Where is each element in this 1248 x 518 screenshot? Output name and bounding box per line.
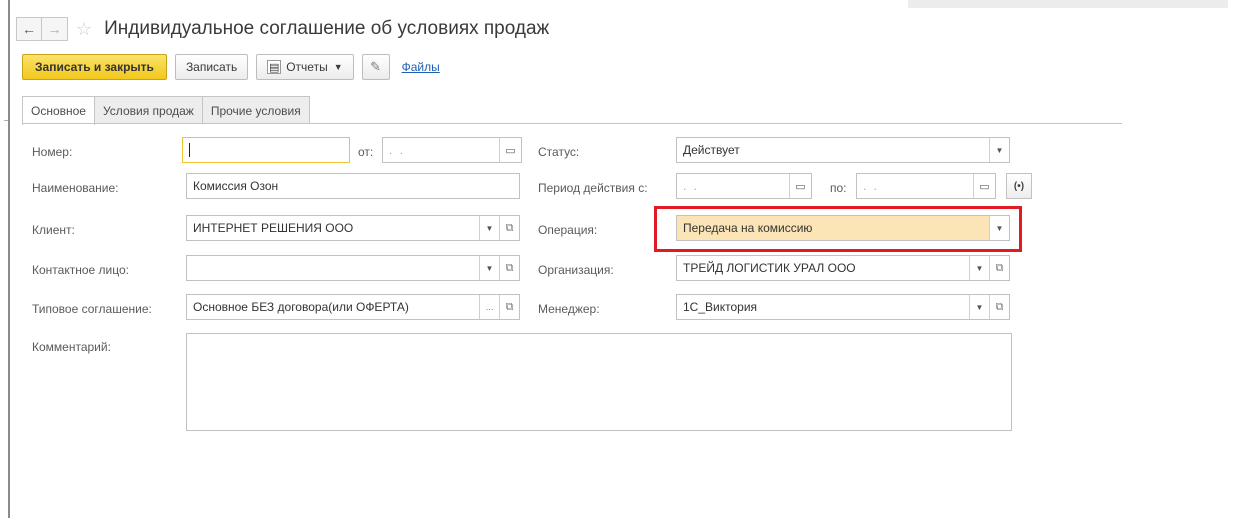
tab-main[interactable]: Основное	[22, 96, 95, 125]
number-input[interactable]	[182, 137, 350, 163]
status-label: Статус:	[538, 145, 580, 159]
period-settings-button[interactable]: (•)	[1006, 173, 1032, 199]
attach-button[interactable]: ✎	[361, 54, 390, 80]
manager-label: Менеджер:	[538, 302, 600, 316]
name-input[interactable]: Комиссия Озон	[186, 173, 520, 199]
status-value: Действует	[683, 143, 740, 157]
number-label: Номер:	[32, 145, 73, 159]
command-bar: Записать и закрыть Записать ▤ Отчеты ▼ ✎…	[22, 54, 440, 80]
calendar-icon[interactable]: ▭	[789, 174, 811, 198]
name-label: Наименование:	[32, 181, 119, 195]
manager-input[interactable]: 1С_Виктория ▼ ⧉	[676, 294, 1010, 320]
period-to-input[interactable]: . . ▭	[856, 173, 996, 199]
window-left-tick	[4, 120, 8, 121]
tabs-divider	[22, 123, 1122, 124]
nav-buttons: ← →	[16, 17, 68, 41]
paperclip-icon: ✎	[370, 59, 382, 74]
title-bar: ← → ☆ Индивидуальное соглашение об услов…	[16, 15, 549, 43]
chevron-down-icon: ▼	[333, 62, 343, 72]
star-icon[interactable]: ☆	[76, 19, 92, 40]
calendar-icon[interactable]: ▭	[499, 138, 521, 162]
template-label: Типовое соглашение:	[32, 302, 152, 316]
save-and-close-button[interactable]: Записать и закрыть	[22, 54, 167, 80]
organization-input[interactable]: ТРЕЙД ЛОГИСТИК УРАЛ ООО ▼ ⧉	[676, 255, 1010, 281]
open-icon[interactable]: ⧉	[989, 256, 1009, 280]
date-from-input[interactable]: . . ▭	[382, 137, 522, 163]
chevron-down-icon[interactable]: ▼	[989, 138, 1009, 162]
chevron-down-icon[interactable]: ▼	[479, 216, 499, 240]
period-from-input[interactable]: . . ▭	[676, 173, 812, 199]
client-value: ИНТЕРНЕТ РЕШЕНИЯ ООО	[193, 221, 354, 235]
template-input[interactable]: Основное БЕЗ договора(или ОФЕРТА) … ⧉	[186, 294, 520, 320]
period-from-label: Период действия с:	[538, 181, 648, 195]
report-icon: ▤	[267, 60, 282, 74]
chevron-down-icon[interactable]: ▼	[479, 256, 499, 280]
operation-label: Операция:	[538, 223, 598, 237]
client-label: Клиент:	[32, 223, 75, 237]
open-icon[interactable]: ⧉	[499, 295, 519, 319]
name-value: Комиссия Озон	[193, 179, 279, 193]
template-value: Основное БЕЗ договора(или ОФЕРТА)	[193, 300, 409, 314]
contact-label: Контактное лицо:	[32, 263, 129, 277]
chevron-down-icon[interactable]: ▼	[969, 256, 989, 280]
client-input[interactable]: ИНТЕРНЕТ РЕШЕНИЯ ООО ▼ ⧉	[186, 215, 520, 241]
reports-button[interactable]: ▤ Отчеты ▼	[256, 54, 354, 80]
annotation-highlight-box	[654, 206, 1022, 252]
tab-bar: Основное Условия продаж Прочие условия	[22, 96, 310, 125]
period-to-value: . .	[863, 179, 880, 193]
open-icon[interactable]: ⧉	[499, 216, 519, 240]
save-button[interactable]: Записать	[174, 54, 249, 80]
calendar-icon[interactable]: ▭	[973, 174, 995, 198]
period-from-value: . .	[683, 179, 700, 193]
comment-textarea[interactable]	[186, 333, 1012, 431]
date-from-value: . .	[389, 143, 406, 157]
manager-value: 1С_Виктория	[683, 300, 758, 314]
reports-label: Отчеты	[286, 60, 328, 74]
page-title: Индивидуальное соглашение об условиях пр…	[104, 18, 550, 39]
chevron-down-icon[interactable]: ▼	[969, 295, 989, 319]
forward-arrow-icon[interactable]: →	[42, 17, 68, 41]
period-to-label: по:	[830, 181, 847, 195]
back-arrow-icon[interactable]: ←	[16, 17, 42, 41]
comment-label: Комментарий:	[32, 340, 111, 354]
date-from-label: от:	[358, 145, 374, 159]
organization-label: Организация:	[538, 263, 614, 277]
open-icon[interactable]: ⧉	[499, 256, 519, 280]
organization-value: ТРЕЙД ЛОГИСТИК УРАЛ ООО	[683, 261, 856, 275]
ellipsis-icon[interactable]: …	[479, 295, 499, 319]
tab-other-terms[interactable]: Прочие условия	[201, 96, 310, 124]
tab-sales-terms[interactable]: Условия продаж	[93, 96, 203, 124]
open-icon[interactable]: ⧉	[989, 295, 1009, 319]
top-strip	[0, 0, 1248, 8]
files-link[interactable]: Файлы	[402, 60, 440, 74]
status-select[interactable]: Действует ▼	[676, 137, 1010, 163]
window-left-border	[8, 0, 10, 518]
contact-input[interactable]: ▼ ⧉	[186, 255, 520, 281]
top-strip-bar	[908, 0, 1228, 8]
